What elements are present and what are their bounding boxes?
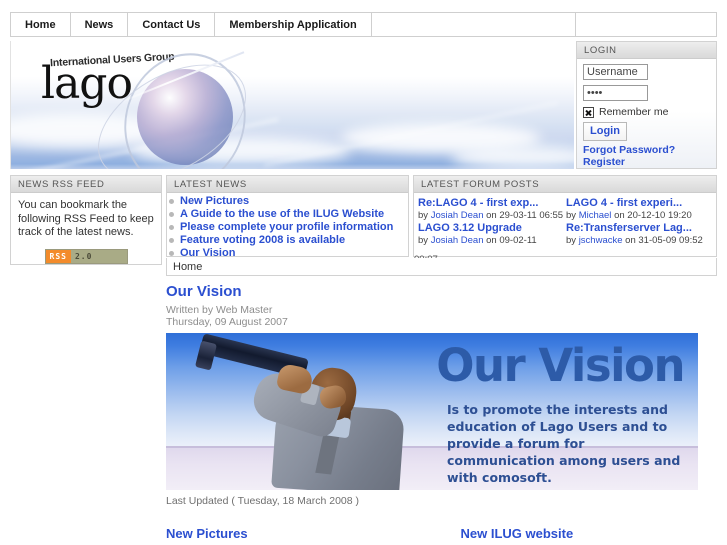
telescope-lens-icon (194, 340, 218, 371)
list-item[interactable]: Feature voting 2008 is available (167, 234, 408, 247)
bullet-icon (169, 199, 174, 204)
forum-post-author[interactable]: Josiah Dean (431, 210, 484, 221)
forgot-password-link[interactable]: Forgot Password? (583, 144, 710, 156)
on-label: on (625, 235, 636, 246)
login-button[interactable]: Login (583, 122, 627, 141)
forum-post-author[interactable]: jschwacke (579, 235, 623, 246)
forum-post-author[interactable]: Josiah Dean (431, 235, 484, 246)
remember-me-label: Remember me (599, 106, 669, 118)
latest-forum-posts-module: LATEST FORUM POSTS Re:LAGO 4 - first exp… (413, 175, 717, 257)
list-item[interactable]: A Guide to the use of the ILUG Website (167, 208, 408, 221)
our-vision-banner-image: Our Vision Is to promote the interests a… (166, 333, 698, 490)
forum-post-date: 31-05-09 09:52 (638, 235, 703, 246)
article-author: Written by Web Master (166, 304, 273, 316)
list-item[interactable]: Re:LAGO 4 - first exp... by Josiah Dean … (418, 197, 566, 221)
bottom-section-headings: New Pictures New ILUG website (166, 526, 717, 541)
nav-tab-contact-us[interactable]: Contact Us (127, 12, 215, 37)
vision-image-body: Is to promote the interests and educatio… (447, 402, 681, 485)
rss-description: You can bookmark the following RSS Feed … (18, 199, 154, 238)
on-label: on (486, 235, 497, 246)
forum-column-right: LAGO 4 - first experi... by Michael on 2… (566, 197, 714, 247)
bullet-icon (169, 238, 174, 243)
latest-news-heading: LATEST NEWS (167, 176, 408, 193)
on-label: on (486, 210, 497, 221)
list-item[interactable]: New Pictures (167, 195, 408, 208)
list-item[interactable]: LAGO 4 - first experi... by Michael on 2… (566, 197, 714, 221)
forum-post-link[interactable]: LAGO 4 - first experi... (566, 197, 714, 210)
rss-module-heading: NEWS RSS FEED (11, 176, 161, 193)
bullet-icon (169, 251, 174, 256)
latest-news-list: New Pictures A Guide to the use of the I… (167, 193, 408, 260)
man-with-telescope-illustration (194, 333, 412, 490)
password-input[interactable]: •••• (583, 85, 648, 101)
register-link[interactable]: Register (583, 156, 710, 168)
nav-tab-news[interactable]: News (69, 12, 128, 37)
forum-post-link[interactable]: Re:LAGO 4 - first exp... (418, 197, 566, 210)
rss-badge-version: 2.0 (74, 251, 93, 261)
latest-forum-heading: LATEST FORUM POSTS (414, 176, 716, 193)
by-label: by (418, 210, 429, 221)
on-label: on (614, 210, 625, 221)
section-heading-new-pictures[interactable]: New Pictures (166, 526, 423, 541)
article: Our Vision Written by Web Master Thursda… (166, 283, 717, 507)
remember-me-checkbox[interactable] (583, 106, 594, 118)
forum-post-link[interactable]: LAGO 3.12 Upgrade (418, 222, 566, 235)
article-date: Thursday, 09 August 2007 (166, 315, 288, 328)
login-module: LOGIN Username •••• Remember me Login Fo… (576, 41, 717, 169)
list-item[interactable]: LAGO 3.12 Upgrade by Josiah Dean on 09-0… (418, 222, 566, 246)
list-item[interactable]: Re:Transferserver Lag... by jschwacke on… (566, 222, 714, 246)
forum-column-left: Re:LAGO 4 - first exp... by Josiah Dean … (418, 197, 566, 247)
login-form: Username •••• Remember me Login Forgot P… (577, 59, 716, 168)
forum-post-meta: by Josiah Dean on 09-02-11 (418, 235, 566, 246)
page-title: Our Vision (166, 283, 242, 300)
forum-post-author[interactable]: Michael (579, 210, 612, 221)
rss-badge-icon[interactable]: RSS 2.0 (44, 248, 128, 264)
nav-tab-membership-application[interactable]: Membership Application (214, 12, 371, 37)
forum-post-meta: by Josiah Dean on 29-03-11 06:55 (418, 210, 566, 221)
rss-badge-label: RSS (45, 249, 71, 263)
bullet-icon (169, 212, 174, 217)
vision-image-title: Our Vision (436, 339, 685, 392)
forum-post-meta: by jschwacke on 31-05-09 09:52 (566, 235, 714, 246)
by-label: by (566, 210, 577, 221)
by-label: by (418, 235, 429, 246)
username-input[interactable]: Username (583, 64, 648, 80)
last-updated-text: Last Updated ( Tuesday, 18 March 2008 ) (166, 495, 359, 507)
breadcrumb: Home (166, 258, 717, 276)
bullet-icon (169, 225, 174, 230)
news-link[interactable]: A Guide to the use of the ILUG Website (180, 208, 384, 221)
forum-post-link[interactable]: Re:Transferserver Lag... (566, 222, 714, 235)
site-logo[interactable]: International Users Group lago (41, 41, 266, 169)
login-module-heading: LOGIN (577, 42, 716, 59)
site-banner: International Users Group lago (10, 41, 574, 169)
breadcrumb-item-home[interactable]: Home (173, 261, 202, 273)
news-link[interactable]: Please complete your profile information (180, 221, 393, 234)
nav-tab-list: Home News Contact Us Membership Applicat… (10, 12, 371, 37)
main-navigation: Home News Contact Us Membership Applicat… (10, 12, 717, 37)
nav-tab-home[interactable]: Home (10, 12, 70, 37)
nav-filler (370, 12, 575, 37)
rss-module-body: You can bookmark the following RSS Feed … (11, 193, 161, 270)
by-label: by (566, 235, 577, 246)
latest-news-module: LATEST NEWS New Pictures A Guide to the … (166, 175, 409, 260)
nav-end-cell (575, 12, 717, 37)
forum-columns: Re:LAGO 4 - first exp... by Josiah Dean … (414, 193, 716, 247)
list-item[interactable]: Please complete your profile information (167, 221, 408, 234)
news-link[interactable]: New Pictures (180, 195, 249, 208)
forum-post-meta: by Michael on 20-12-10 19:20 (566, 210, 714, 221)
remember-me-row[interactable]: Remember me (583, 106, 710, 118)
news-link[interactable]: Feature voting 2008 is available (180, 234, 345, 247)
section-heading-new-ilug-website[interactable]: New ILUG website (423, 526, 718, 541)
forum-post-date: 29-03-11 06:55 (499, 210, 564, 221)
news-rss-feed-module: NEWS RSS FEED You can bookmark the follo… (10, 175, 162, 265)
forum-post-date: 09-02-11 (499, 235, 537, 246)
forum-post-date: 20-12-10 19:20 (627, 210, 692, 221)
page-root: Home News Contact Us Membership Applicat… (0, 0, 727, 545)
